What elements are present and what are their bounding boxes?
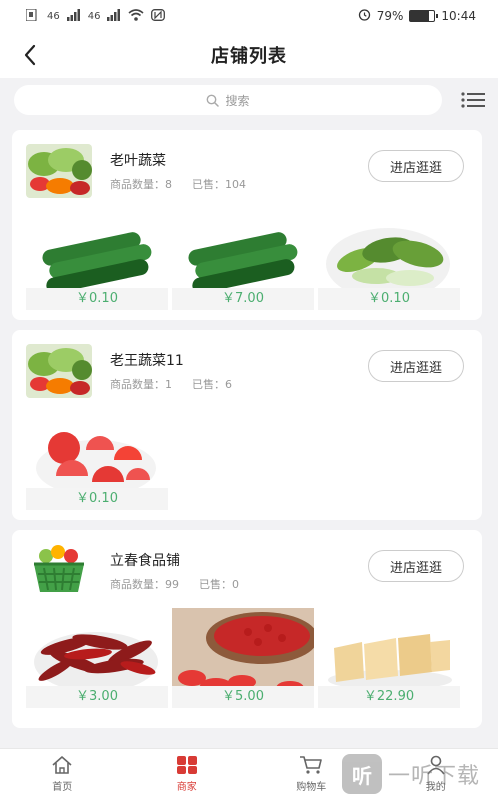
search-input[interactable]: 搜索 xyxy=(14,85,442,115)
wifi-icon xyxy=(128,8,144,24)
product-price: ￥3.00 xyxy=(26,686,168,708)
signal-label-2: 46 xyxy=(87,10,101,22)
shop-logo-vegetables xyxy=(26,144,92,198)
sold-count: 已售：104 xyxy=(192,178,246,191)
store-icon xyxy=(176,755,197,774)
watermark-text: 一听下载 xyxy=(388,764,481,789)
shop-card: 立春食品铺 商品数量：99 已售：0 进店逛逛 ￥3.00 ￥5.00 ￥22.… xyxy=(12,530,482,728)
enter-shop-button[interactable]: 进店逛逛 xyxy=(368,150,464,182)
product-list: ￥0.10 xyxy=(26,420,168,510)
cart-icon xyxy=(300,755,323,774)
search-placeholder: 搜索 xyxy=(225,93,250,108)
product-item[interactable]: ￥5.00 xyxy=(172,608,314,708)
shop-card: 老王蔬菜11 商品数量：1 已售：6 进店逛逛 ￥0.10 xyxy=(12,330,482,520)
clock: 10:44 xyxy=(441,9,476,23)
goods-count: 商品数量：1 xyxy=(110,378,172,391)
alarm-icon xyxy=(358,8,371,24)
sim-icon xyxy=(25,7,40,24)
shop-card: 老叶蔬菜 商品数量：8 已售：104 进店逛逛 ￥0.10 ￥7.00 ￥0.1… xyxy=(12,130,482,320)
product-price: ￥22.90 xyxy=(318,686,460,708)
watermark-logo: 听 xyxy=(342,754,382,794)
product-price: ￥0.10 xyxy=(26,288,168,310)
shop-stats: 商品数量：8 已售：104 xyxy=(110,176,246,192)
tab-label: 商家 xyxy=(176,781,197,793)
search-icon xyxy=(207,94,220,107)
tab-home[interactable]: 首页 xyxy=(0,749,125,798)
tab-merchants[interactable]: 商家 xyxy=(125,749,250,798)
goods-count: 商品数量：8 xyxy=(110,178,172,191)
chevron-left-icon xyxy=(24,44,36,66)
product-item[interactable]: ￥0.10 xyxy=(318,220,460,310)
product-item[interactable]: ￥7.00 xyxy=(172,220,314,310)
goods-count: 商品数量：99 xyxy=(110,578,179,591)
battery-icon xyxy=(409,10,439,22)
shop-logo-vegetables xyxy=(26,344,92,398)
signal-icon-2 xyxy=(107,8,121,24)
product-item[interactable]: ￥3.00 xyxy=(26,608,168,708)
product-price: ￥0.10 xyxy=(318,288,460,310)
product-price: ￥5.00 xyxy=(172,686,314,708)
page-title: 店铺列表 xyxy=(211,46,287,67)
back-button[interactable] xyxy=(16,40,44,70)
status-left: 46 46 xyxy=(25,7,166,24)
shop-name: 老王蔬菜11 xyxy=(110,353,184,369)
product-list: ￥0.10 ￥7.00 ￥0.10 xyxy=(26,220,460,310)
shop-name: 立春食品铺 xyxy=(110,553,180,569)
battery-percent: 79% xyxy=(376,9,404,23)
product-item[interactable]: ￥0.10 xyxy=(26,420,168,510)
nav-bar: 店铺列表 xyxy=(0,32,498,78)
tab-label: 首页 xyxy=(52,781,73,793)
signal-icon-1 xyxy=(66,8,81,24)
product-price: ￥7.00 xyxy=(172,288,314,310)
product-list: ￥3.00 ￥5.00 ￥22.90 xyxy=(26,608,460,708)
signal-label-1: 46 xyxy=(47,10,60,22)
sold-count: 已售：0 xyxy=(199,578,239,591)
tab-label: 购物车 xyxy=(296,781,327,793)
shop-logo-basket xyxy=(26,544,92,598)
nfc-icon xyxy=(151,8,166,24)
battery-fill xyxy=(410,11,430,21)
shop-stats: 商品数量：1 已售：6 xyxy=(110,376,232,392)
watermark: 听 一听下载 xyxy=(342,752,492,796)
sold-count: 已售：6 xyxy=(192,378,232,391)
enter-shop-button[interactable]: 进店逛逛 xyxy=(368,550,464,582)
product-price: ￥0.10 xyxy=(26,488,168,510)
status-bar: 46 46 79% 10:44 xyxy=(0,0,498,32)
status-right: 79% 10:44 xyxy=(358,8,476,24)
list-view-button[interactable] xyxy=(460,90,486,110)
search-row: 搜索 xyxy=(0,78,498,122)
product-item[interactable]: ￥22.90 xyxy=(318,608,460,708)
shop-name: 老叶蔬菜 xyxy=(110,153,166,169)
list-icon xyxy=(461,92,485,108)
shop-stats: 商品数量：99 已售：0 xyxy=(110,576,239,592)
enter-shop-button[interactable]: 进店逛逛 xyxy=(368,350,464,382)
product-item[interactable]: ￥0.10 xyxy=(26,220,168,310)
home-icon xyxy=(52,755,72,774)
